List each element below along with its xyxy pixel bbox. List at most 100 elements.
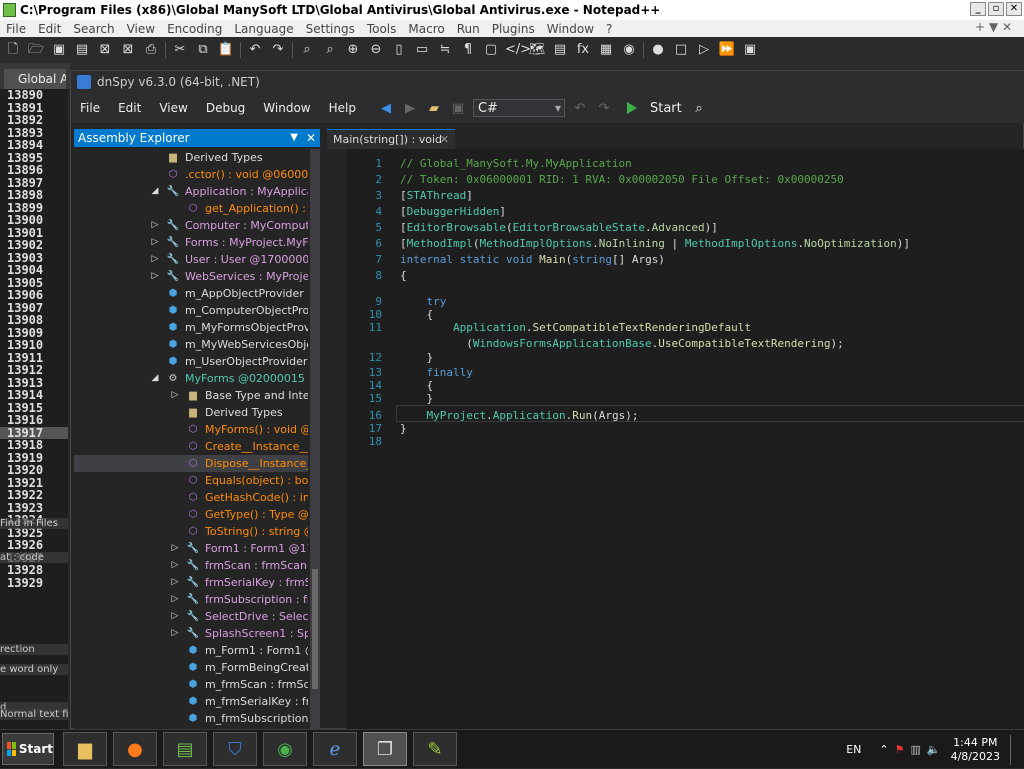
tree-item[interactable]: ⬢ m_MyWebServicesObjec bbox=[74, 336, 308, 353]
expand-arrow-icon[interactable]: ▷ bbox=[170, 591, 180, 608]
tree-item[interactable]: ⬢ m_FormBeingCreated bbox=[74, 659, 308, 676]
npp-menu-encoding[interactable]: Encoding bbox=[161, 22, 228, 36]
stop-macro-icon[interactable]: □ bbox=[672, 41, 690, 59]
replace-icon[interactable]: ⌕ bbox=[321, 41, 339, 59]
npp-menu-file[interactable]: File bbox=[0, 22, 32, 36]
minimize-button[interactable]: _ bbox=[970, 2, 986, 16]
dnspy-menu-window[interactable]: Window bbox=[254, 101, 319, 115]
dnspy-taskbar-icon[interactable]: ❐ bbox=[363, 732, 407, 766]
close-all-icon[interactable]: ⊠ bbox=[119, 41, 137, 59]
tree-item[interactable]: ⬡ MyForms() : void @0 bbox=[74, 421, 308, 438]
find-in-files-label[interactable]: Find in Files bbox=[0, 518, 68, 529]
expand-arrow-icon[interactable]: ▷ bbox=[150, 217, 160, 234]
tree-item[interactable]: ▷ 🔧 Form1 : Form1 @170 bbox=[74, 540, 308, 557]
npp-menu-view[interactable]: View bbox=[121, 22, 161, 36]
security-shield-icon[interactable]: ⛉ bbox=[213, 732, 257, 766]
show-all-chars-icon[interactable]: ¶ bbox=[459, 41, 477, 59]
tree-item[interactable]: ◢ 🔧 Application : MyApplicati bbox=[74, 183, 308, 200]
close-panel-icon[interactable]: ✕ bbox=[306, 129, 316, 147]
npp-menu-settings[interactable]: Settings bbox=[300, 22, 361, 36]
find-icon[interactable]: ⌕ bbox=[298, 41, 316, 59]
dnspy-menu-help[interactable]: Help bbox=[320, 101, 365, 115]
tree-item[interactable]: ⬡ Dispose__Instance__ bbox=[74, 455, 308, 472]
zoom-in-icon[interactable]: ⊕ bbox=[344, 41, 362, 59]
xml-icon[interactable]: </> bbox=[505, 41, 531, 59]
run-macro-multiple-icon[interactable]: ⏩ bbox=[718, 41, 736, 59]
expand-arrow-icon[interactable]: ▷ bbox=[170, 387, 180, 404]
close-button[interactable]: ✕ bbox=[1006, 2, 1022, 16]
tree-item[interactable]: ⬢ m_UserObjectProvider : bbox=[74, 353, 308, 370]
chrome-icon[interactable]: ◉ bbox=[263, 732, 307, 766]
tree-item[interactable]: ⬢ m_Form1 : Form1 @0 bbox=[74, 642, 308, 659]
normal-text-option[interactable]: Normal text fi bbox=[0, 709, 68, 720]
network-icon[interactable]: ▥ bbox=[910, 743, 920, 756]
save-all-icon[interactable]: ▣ bbox=[449, 101, 467, 116]
tree-item[interactable]: ▷ 🔧 frmSerialKey : frmSe bbox=[74, 574, 308, 591]
volume-icon[interactable]: 🔈 bbox=[927, 743, 941, 756]
npp-menu-right-controls[interactable]: + ▼ ✕ bbox=[969, 20, 1018, 34]
word-wrap-icon[interactable]: ≒ bbox=[436, 41, 454, 59]
tree-item[interactable]: ▆ Derived Types bbox=[74, 404, 308, 421]
open-icon[interactable]: ▰ bbox=[425, 101, 443, 116]
tree-item[interactable]: ⬡ GetType() : Type @0 bbox=[74, 506, 308, 523]
start-debug-button[interactable]: Start bbox=[626, 101, 682, 116]
tree-scrollbar[interactable] bbox=[310, 149, 320, 729]
npp-menu-search[interactable]: Search bbox=[67, 22, 120, 36]
tree-item[interactable]: ⬡ .cctor() : void @0600000 bbox=[74, 166, 308, 183]
tree-item[interactable]: ◢ ⚙ MyForms @02000015 bbox=[74, 370, 308, 387]
dnspy-menu-debug[interactable]: Debug bbox=[197, 101, 254, 115]
dnspy-menu-file[interactable]: File bbox=[71, 101, 109, 115]
tree-item[interactable]: ⬡ Create__Instance__ bbox=[74, 438, 308, 455]
expand-arrow-icon[interactable]: ▷ bbox=[170, 557, 180, 574]
expand-arrow-icon[interactable]: ▷ bbox=[170, 608, 180, 625]
language-indicator[interactable]: EN bbox=[846, 743, 861, 756]
show-desktop-button[interactable] bbox=[1010, 734, 1016, 765]
npp-menu-q[interactable]: ? bbox=[600, 22, 618, 36]
notepadpp-taskbar-icon[interactable]: ✎ bbox=[413, 732, 457, 766]
save-macro-icon[interactable]: ▣ bbox=[741, 41, 759, 59]
expand-arrow-icon[interactable]: ▷ bbox=[150, 251, 160, 268]
clock[interactable]: 1:44 PM 4/8/2023 bbox=[951, 736, 1000, 764]
notepadpp-file-tab[interactable]: Global An bbox=[4, 69, 66, 89]
scroll-thumb[interactable] bbox=[312, 569, 318, 689]
code-editor[interactable]: 1 // Global_ManySoft.My.MyApplication 2 // … bbox=[346, 149, 1024, 730]
whole-word-option[interactable]: e word only bbox=[0, 664, 68, 675]
sync-h-icon[interactable]: ▭ bbox=[413, 41, 431, 59]
tree-item[interactable]: ▷ 🔧 User : User @17000003 bbox=[74, 251, 308, 268]
npp-menu-edit[interactable]: Edit bbox=[32, 22, 67, 36]
indent-guide-icon[interactable]: ▢ bbox=[482, 41, 500, 59]
tree-item[interactable]: ▷ 🔧 Computer : MyComputer bbox=[74, 217, 308, 234]
redo-icon[interactable]: ↷ bbox=[595, 101, 613, 116]
expand-arrow-icon[interactable]: ▷ bbox=[150, 268, 160, 285]
firefox-icon[interactable]: ● bbox=[113, 732, 157, 766]
tree-item[interactable]: ▆ Derived Types bbox=[74, 149, 308, 166]
tree-item[interactable]: ▷ 🔧 frmScan : frmScan @ bbox=[74, 557, 308, 574]
new-file-icon[interactable]: 🗋 bbox=[4, 41, 22, 59]
language-select[interactable]: C# bbox=[472, 99, 565, 117]
npp-menu-plugins[interactable]: Plugins bbox=[486, 22, 541, 36]
file-explorer-icon[interactable]: ▆ bbox=[63, 732, 107, 766]
undo-icon[interactable]: ↶ bbox=[571, 101, 589, 116]
paste-icon[interactable]: 📋 bbox=[217, 41, 235, 59]
terminal-icon[interactable]: ▤ bbox=[163, 732, 207, 766]
doc-map-icon[interactable]: 🗺 bbox=[528, 41, 546, 59]
tree-item[interactable]: ▷ 🔧 Forms : MyProject.MyFo bbox=[74, 234, 308, 251]
panel-menu-icon[interactable]: ▼ bbox=[290, 129, 298, 147]
save-all-icon[interactable]: ▤ bbox=[73, 41, 91, 59]
tree-item[interactable]: ⬡ Equals(object) : bool bbox=[74, 472, 308, 489]
save-icon[interactable]: ▣ bbox=[50, 41, 68, 59]
tree-item[interactable]: ▷ 🔧 frmSubscription : frm bbox=[74, 591, 308, 608]
show-hidden-icons-icon[interactable]: ⌃ bbox=[879, 743, 888, 756]
tree-item[interactable]: ⬢ m_frmSerialKey : frm bbox=[74, 693, 308, 710]
undo-icon[interactable]: ↶ bbox=[246, 41, 264, 59]
tree-item[interactable]: ⬡ ToString() : string @ bbox=[74, 523, 308, 540]
dnspy-menu-view[interactable]: View bbox=[150, 101, 196, 115]
expand-arrow-icon[interactable]: ▷ bbox=[170, 540, 180, 557]
play-macro-icon[interactable]: ▷ bbox=[695, 41, 713, 59]
zoom-out-icon[interactable]: ⊖ bbox=[367, 41, 385, 59]
maximize-button[interactable]: ▫ bbox=[988, 2, 1004, 16]
tree-item[interactable]: ⬡ GetHashCode() : int bbox=[74, 489, 308, 506]
collapse-arrow-icon[interactable]: ◢ bbox=[150, 370, 160, 387]
tree-item[interactable]: ▷ 🔧 SelectDrive : SelectD bbox=[74, 608, 308, 625]
expand-arrow-icon[interactable]: ▷ bbox=[170, 625, 180, 642]
